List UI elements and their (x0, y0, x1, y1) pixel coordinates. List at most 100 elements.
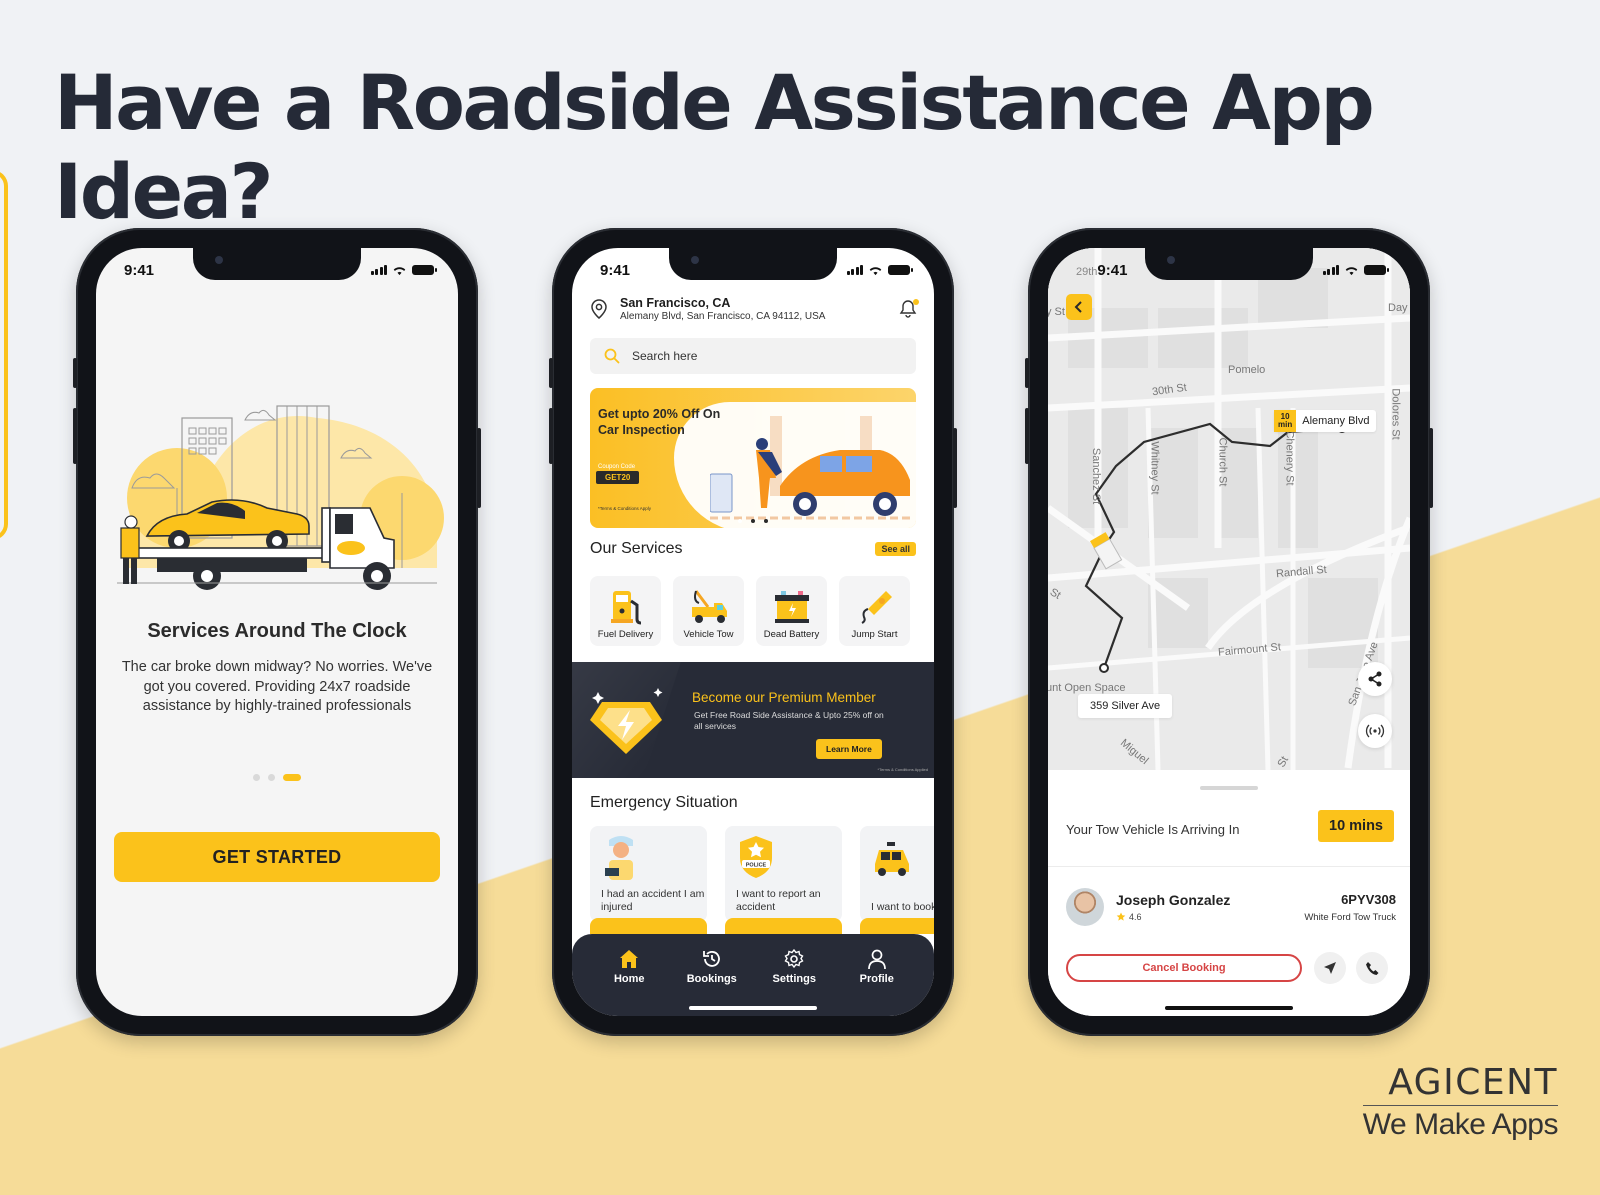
status-time: 9:41 (124, 261, 155, 279)
user-icon (867, 949, 886, 970)
premium-title: Become our Premium Member (692, 690, 876, 705)
promo-title: Get upto 20% Off On Car Inspection (598, 407, 721, 437)
learn-more-button[interactable]: Learn More (816, 739, 882, 759)
emergency-label: I want to book a ride (871, 901, 934, 913)
rating-value: 4.6 (1129, 912, 1142, 922)
map-label-29th: 29th (1076, 265, 1098, 278)
status-time: 9:41 (600, 261, 631, 279)
vehicle-plate: 6PYV308 (1341, 892, 1396, 907)
route-map[interactable]: y St Pomelo 30th St Sanchez St Whitney S… (1048, 248, 1410, 770)
service-label: Fuel Delivery (597, 629, 654, 640)
map-label-open-space: unt Open Space (1048, 682, 1126, 694)
call-driver-button[interactable] (1356, 952, 1388, 984)
share-icon (1368, 671, 1382, 687)
tracking-screen: y St Pomelo 30th St Sanchez St Whitney S… (1048, 248, 1410, 1016)
share-button[interactable] (1358, 662, 1392, 696)
signal-icon (1322, 265, 1339, 275)
coupon-code: GET20 (596, 471, 640, 484)
tow-truck-illustration (117, 405, 444, 590)
see-all-button[interactable]: See all (875, 542, 916, 556)
service-label: Jump Start (851, 629, 898, 640)
map-label-dolores: Dolores St (1389, 388, 1402, 440)
arriving-text: Your Tow Vehicle Is Arriving In (1066, 822, 1240, 837)
agicent-logo: AGICENT We Make Apps (1362, 1062, 1559, 1142)
eta-unit: min (1278, 420, 1293, 429)
coupon-label: Coupon Code (598, 464, 636, 470)
premium-banner[interactable]: Become our Premium Member Get Free Road … (572, 662, 934, 778)
location-header[interactable]: San Francisco, CA Alemany Blvd, San Fran… (590, 296, 919, 322)
tab-label: Bookings (686, 973, 737, 985)
battery-icon (1364, 265, 1389, 275)
tab-label: Profile (859, 973, 894, 985)
get-started-button[interactable]: GET STARTED (114, 832, 440, 882)
onboarding-screen: 9:41 Services Around The Clock The car b… (96, 248, 458, 1016)
injured-person-icon (605, 836, 633, 880)
divider (1048, 866, 1410, 867)
promo-terms: *Terms & Conditions Apply (598, 506, 652, 511)
service-vehicle-tow[interactable]: Vehicle Tow (673, 576, 744, 646)
location-city: San Francisco, CA (620, 296, 731, 310)
diamond-lightning-icon (590, 688, 663, 754)
page-headline: Have a Roadside Assistance App Idea? (54, 58, 1375, 236)
onboarding-pagination (96, 774, 458, 781)
services-header: Our Services See all (590, 540, 916, 558)
live-broadcast-button[interactable] (1358, 714, 1392, 748)
vehicle-description: White Ford Tow Truck (1304, 912, 1396, 923)
search-bar[interactable] (590, 338, 916, 374)
broadcast-icon (1365, 724, 1385, 738)
page-dot[interactable] (268, 774, 275, 781)
map-label-street: y St (1048, 306, 1065, 318)
home-icon (620, 950, 639, 968)
emergency-card-report[interactable]: POLICE I want to report an accident (725, 826, 842, 934)
promo-banner[interactable]: Get upto 20% Off On Car Inspection Coupo… (590, 388, 916, 528)
phone-home: 9:41 San Francisco, CA Alemany Blvd, San… (549, 228, 957, 1036)
signal-icon (846, 265, 863, 275)
service-jump-start[interactable]: Jump Start (839, 576, 910, 646)
map-label-church: Church St (1216, 437, 1229, 487)
search-input[interactable] (632, 349, 832, 363)
status-bar: 9:41 (124, 260, 437, 280)
home-screen: 9:41 San Francisco, CA Alemany Blvd, San… (572, 248, 934, 1016)
service-label: Dead Battery (763, 629, 820, 640)
emergency-card-ride[interactable]: I want to book a ride (860, 826, 934, 934)
premium-terms: *Terms & Conditions Applied (877, 767, 928, 772)
service-dead-battery[interactable]: Dead Battery (756, 576, 827, 646)
emergency-list: I had an accident I am injured POLICE I … (590, 826, 934, 934)
emergency-card-injured[interactable]: I had an accident I am injured (590, 826, 707, 934)
back-button[interactable] (1066, 294, 1092, 320)
status-bar: 9:41 (600, 260, 913, 280)
battery-icon (412, 265, 437, 275)
bottom-tab-bar: Home Bookings Settings Profile (572, 934, 934, 1016)
gear-icon (784, 948, 804, 969)
car-inspection-illustration (710, 416, 910, 520)
wifi-icon (393, 266, 406, 275)
map-label-whitney: Whitney St (1148, 441, 1161, 495)
driver-name: Joseph Gonzalez (1116, 892, 1231, 908)
taxi-icon (875, 842, 909, 876)
navigation-arrow-icon (1324, 962, 1336, 974)
service-fuel-delivery[interactable]: Fuel Delivery (590, 576, 661, 646)
cancel-booking-button[interactable]: Cancel Booking (1066, 954, 1302, 982)
tab-profile[interactable]: Profile (842, 948, 912, 1016)
tow-truck-icon (691, 590, 727, 623)
map-label-chenery: Chenery St (1283, 430, 1296, 486)
page-dot-active[interactable] (283, 774, 301, 781)
history-icon (702, 951, 720, 967)
logo-brand: AGICENT (1362, 1062, 1558, 1106)
home-indicator (1165, 1006, 1293, 1010)
sheet-handle[interactable] (1200, 786, 1258, 790)
notification-button[interactable] (898, 299, 919, 319)
page-dot[interactable] (253, 774, 260, 781)
wifi-icon (869, 266, 882, 275)
service-label: Vehicle Tow (683, 629, 734, 640)
tab-home[interactable]: Home (594, 948, 664, 1016)
pickup-eta-tag: 10 min Alemany Blvd (1274, 410, 1376, 432)
location-pin-icon (591, 299, 607, 319)
onboarding-title: Services Around The Clock (147, 620, 407, 642)
emergency-label: I had an accident I am injured (601, 888, 705, 913)
emergency-header: Emergency Situation (590, 794, 916, 812)
navigate-button[interactable] (1314, 952, 1346, 984)
signal-icon (370, 265, 387, 275)
logo-tagline: We Make Apps (1362, 1108, 1559, 1141)
notification-badge (913, 299, 919, 305)
